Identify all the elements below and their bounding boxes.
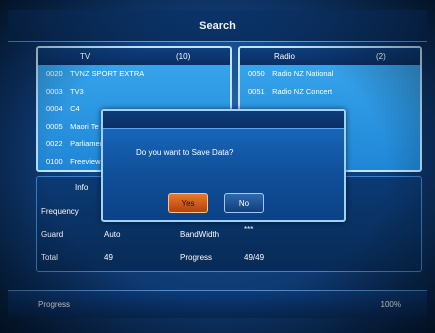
tv-list-count: (10) bbox=[176, 52, 191, 61]
progress-label: Progress bbox=[180, 253, 213, 262]
tv-list-label: TV bbox=[80, 52, 91, 61]
channel-number: 0003 bbox=[46, 86, 63, 96]
page-title: Search bbox=[199, 20, 236, 32]
info-title: Info bbox=[75, 183, 89, 192]
radio-list-header: Radio (2) bbox=[240, 48, 420, 65]
bandwidth-value: *** bbox=[244, 225, 254, 234]
guard-value: Auto bbox=[104, 230, 121, 239]
channel-name: Freeview bbox=[70, 156, 101, 166]
save-data-dialog: Do you want to Save Data? Yes No bbox=[101, 109, 346, 222]
guard-label: Guard bbox=[41, 230, 64, 239]
list-item[interactable]: 0050 Radio NZ National bbox=[240, 65, 420, 83]
channel-name: Radio NZ National bbox=[272, 69, 334, 78]
dialog-header bbox=[103, 111, 344, 129]
dialog-message: Do you want to Save Data? bbox=[136, 148, 234, 157]
frequency-label: Frequency bbox=[41, 207, 79, 216]
total-label: Total bbox=[41, 253, 58, 262]
title-bar: Search bbox=[8, 10, 427, 42]
progress-value: 49/49 bbox=[244, 253, 265, 262]
bandwidth-label: BandWidth bbox=[180, 230, 220, 239]
channel-number: 0100 bbox=[46, 156, 63, 166]
channel-number: 0020 bbox=[46, 69, 63, 78]
channel-name: Maori Te bbox=[70, 121, 99, 131]
no-button[interactable]: No bbox=[224, 193, 264, 213]
progress-bar-label: Progress bbox=[38, 300, 71, 309]
channel-number: 0022 bbox=[46, 139, 63, 148]
channel-name: Parliamen bbox=[70, 139, 104, 148]
channel-number: 0051 bbox=[248, 86, 265, 96]
tv-list-header: TV (10) bbox=[38, 48, 230, 65]
radio-list-label: Radio bbox=[274, 52, 295, 61]
total-value: 49 bbox=[104, 253, 113, 262]
channel-name: Radio NZ Concert bbox=[272, 86, 333, 96]
radio-list-count: (2) bbox=[376, 52, 386, 61]
list-item[interactable]: 0020 TVNZ SPORT EXTRA bbox=[38, 65, 230, 83]
progress-bar: Progress 100% bbox=[8, 290, 427, 318]
list-item[interactable]: 0051 Radio NZ Concert bbox=[240, 83, 420, 101]
channel-number: 0004 bbox=[46, 104, 63, 113]
progress-bar-value: 100% bbox=[380, 300, 401, 309]
channel-number: 0050 bbox=[248, 69, 265, 78]
channel-number: 0005 bbox=[46, 121, 63, 131]
list-item[interactable]: 0003 TV3 bbox=[38, 83, 230, 101]
search-screen: Search TV (10) 0020 TVNZ SPORT EXTRA 000… bbox=[0, 0, 435, 333]
channel-name: TV3 bbox=[69, 86, 84, 96]
channel-name: C4 bbox=[70, 104, 80, 113]
yes-button[interactable]: Yes bbox=[168, 193, 208, 213]
channel-name: TVNZ SPORT EXTRA bbox=[69, 69, 145, 78]
